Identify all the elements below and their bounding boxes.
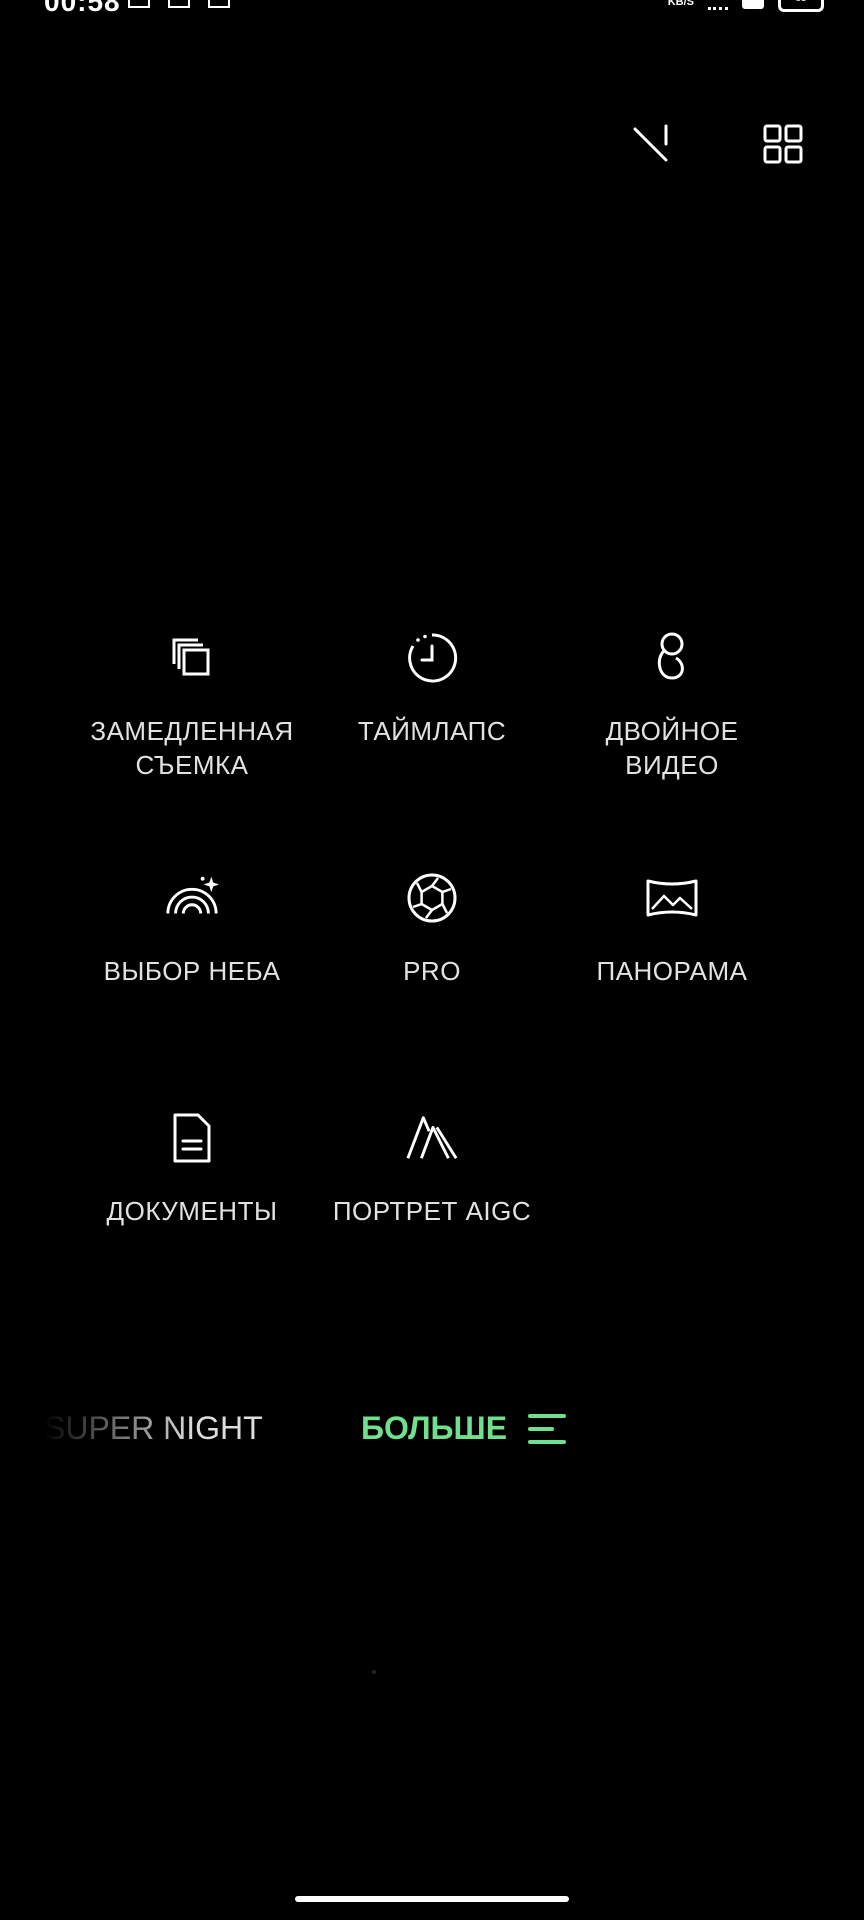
status-right: KB/S 85: [668, 0, 824, 12]
gallery-notification-icon: [128, 0, 150, 8]
mode-label-line1: PRO: [403, 956, 461, 986]
mode-label-line1: ВЫБОР НЕБА: [103, 956, 281, 986]
document-icon: [173, 1113, 211, 1163]
mode-label-line1: ПАНОРАМА: [596, 956, 748, 986]
magic-wand-button[interactable]: [624, 116, 680, 172]
mode-sky-select[interactable]: ВЫБОР НЕБА: [72, 870, 312, 988]
panorama-icon: [646, 879, 698, 917]
mode-slow-motion[interactable]: ЗАМЕДЛЕННАЯ СЪЕМКА: [72, 630, 312, 782]
wifi-icon: [708, 0, 728, 10]
mode-label: ПОРТРЕТ AIGC: [312, 1194, 552, 1228]
mode-label-line1: ТАЙМЛАПС: [357, 716, 507, 746]
mode-label-line1: ЗАМЕДЛЕННАЯ: [90, 716, 294, 746]
mode-label-line1: ДВОЙНОЕ: [605, 716, 739, 746]
battery-icon: 85: [778, 0, 824, 12]
timelapse-icon: [408, 633, 458, 683]
notification-icons: [128, 0, 230, 8]
mode-label-line1: ПОРТРЕТ AIGC: [332, 1196, 532, 1226]
mode-label-line1: ДОКУМЕНТЫ: [106, 1196, 278, 1226]
shutter-indicator-dot: [372, 1670, 376, 1674]
tab-more[interactable]: БОЛЬШЕ: [361, 1404, 507, 1452]
pro-aperture-icon: [407, 873, 457, 923]
magic-wand-icon: [633, 124, 668, 162]
mode-label: ДВОЙНОЕ ВИДЕО: [552, 714, 792, 782]
aigc-portrait-icon: [406, 1116, 458, 1160]
grid-icon: [763, 124, 803, 164]
mode-label: ПАНОРАМА: [552, 954, 792, 988]
sync-notification-icon: [208, 0, 230, 8]
mode-label-line2: ВИДЕО: [625, 750, 719, 780]
status-time: 00:58: [44, 0, 121, 17]
sky-select-icon: [166, 876, 220, 914]
dual-video-icon: [657, 632, 684, 680]
mode-label: ТАЙМЛАПС: [312, 714, 552, 748]
mode-label: ДОКУМЕНТЫ: [72, 1194, 312, 1228]
mode-timelapse[interactable]: ТАЙМЛАПС: [312, 630, 552, 748]
home-indicator[interactable]: [295, 1896, 569, 1902]
more-list-icon[interactable]: [528, 1414, 568, 1444]
slow-motion-icon: [172, 638, 210, 676]
mode-pro[interactable]: PRO: [312, 870, 552, 988]
grid-button[interactable]: [755, 116, 811, 172]
mode-aigc-portrait[interactable]: ПОРТРЕТ AIGC: [312, 1110, 552, 1228]
mode-label: ВЫБОР НЕБА: [72, 954, 312, 988]
download-notification-icon: [168, 0, 190, 8]
mode-panorama[interactable]: ПАНОРАМА: [552, 870, 792, 988]
tab-super-night[interactable]: SUPER NIGHT: [44, 1404, 263, 1452]
mode-tab-strip: SUPER NIGHT БОЛЬШЕ: [0, 1404, 864, 1452]
mode-dual-video[interactable]: ДВОЙНОЕ ВИДЕО: [552, 630, 792, 782]
network-speed: KB/S: [667, 0, 694, 8]
mode-label: PRO: [312, 954, 552, 988]
mode-label: ЗАМЕДЛЕННАЯ СЪЕМКА: [72, 714, 312, 782]
sim-icon: [742, 0, 764, 9]
mode-label-line2: СЪЕМКА: [135, 750, 249, 780]
mode-documents[interactable]: ДОКУМЕНТЫ: [72, 1110, 312, 1228]
status-bar: 00:58 KB/S 85: [0, 0, 864, 18]
